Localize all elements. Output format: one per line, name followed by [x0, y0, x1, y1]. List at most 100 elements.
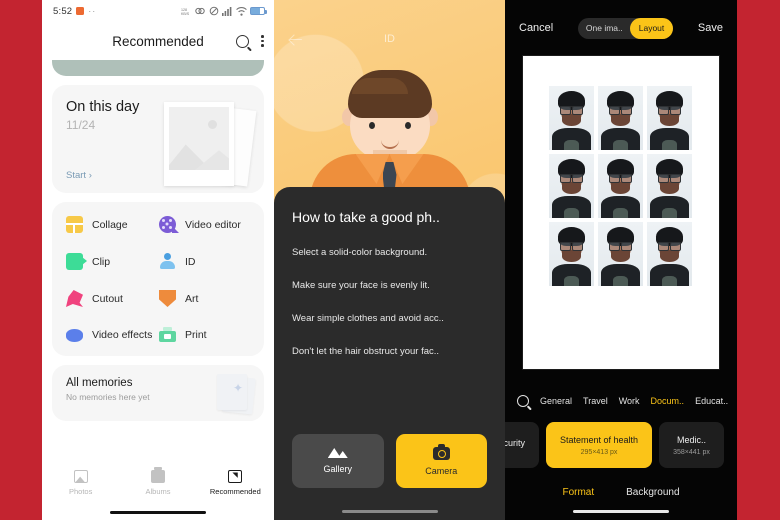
category-filter-row: General Travel Work Docum.. Educat..: [505, 388, 737, 414]
editor-top-bar: Cancel One ima.. Layout Save: [505, 0, 737, 56]
id-photo-cell[interactable]: [549, 154, 594, 218]
category-travel[interactable]: Travel: [583, 396, 608, 406]
avatar-eye-right: [404, 122, 411, 129]
category-documents[interactable]: Docum..: [651, 396, 685, 406]
gallery-button-label: Gallery: [323, 464, 352, 474]
app-bar-actions: [236, 34, 264, 48]
id-photo-cell[interactable]: [647, 222, 692, 286]
tab-background[interactable]: Background: [626, 487, 679, 498]
preset-name: ...ecurity: [505, 438, 526, 448]
video-effects-icon: [66, 329, 83, 342]
editor-tab-bar: Format Background: [505, 487, 737, 498]
sun-dot-icon: [208, 120, 217, 129]
tab-format[interactable]: Format: [562, 487, 594, 498]
id-photo-cell[interactable]: [549, 222, 594, 286]
document-preset-row: ...ecurity Statement of health 295×413 p…: [505, 420, 737, 470]
save-button[interactable]: Save: [698, 22, 723, 34]
wifi-icon: [235, 6, 247, 16]
polaroid-stack: [161, 99, 257, 191]
home-indicator: [573, 509, 669, 513]
tool-label: Video effects: [92, 328, 153, 341]
id-photo-cell[interactable]: [549, 86, 594, 150]
tip-item: Don't let the hair obstruct your fac..: [292, 346, 440, 357]
kebab-menu-icon[interactable]: [261, 35, 264, 47]
photos-icon: [73, 470, 88, 483]
video-editor-icon: [159, 216, 176, 233]
collage-icon: [66, 216, 83, 233]
mute-icon: [209, 6, 218, 16]
camera-button[interactable]: Camera: [395, 434, 487, 488]
tools-card: Collage Video editor Clip ID Cutout Art …: [52, 202, 264, 356]
tool-cutout[interactable]: Cutout: [66, 290, 159, 307]
avatar-eye-left: [368, 122, 375, 129]
mode-option-layout[interactable]: Layout: [629, 17, 674, 39]
gallery-button[interactable]: Gallery: [292, 434, 384, 488]
id-photo-cell[interactable]: [598, 154, 643, 218]
art-icon: [159, 290, 176, 307]
status-bar-left: 5:52 ··: [53, 6, 96, 17]
category-general[interactable]: General: [540, 396, 572, 406]
tool-collage[interactable]: Collage: [66, 216, 159, 233]
app-bar: Recommended: [42, 22, 274, 60]
avatar-hair: [347, 70, 432, 118]
clip-icon: [66, 253, 87, 270]
status-bar: 5:52 ·· 128 KB/S: [42, 0, 274, 22]
gallery-icon: [328, 448, 348, 458]
tool-print[interactable]: Print: [159, 327, 252, 342]
partial-card-above[interactable]: [52, 60, 264, 76]
document-preset-statement-of-health[interactable]: Statement of health 295×413 px: [546, 422, 653, 468]
tool-clip[interactable]: Clip: [66, 253, 159, 270]
tool-label: Print: [185, 328, 207, 341]
print-sheet-preview[interactable]: [523, 56, 719, 369]
tool-video-editor[interactable]: Video editor: [159, 216, 252, 233]
category-work[interactable]: Work: [619, 396, 640, 406]
sidebar-item-albums[interactable]: Albums: [119, 467, 196, 496]
panel2-top-bar: ID: [274, 28, 505, 50]
cancel-button[interactable]: Cancel: [519, 22, 553, 34]
tool-label: Collage: [92, 218, 128, 231]
svg-text:KB/S: KB/S: [181, 12, 190, 16]
id-photo-cell[interactable]: [647, 86, 692, 150]
id-photo-cell[interactable]: [647, 154, 692, 218]
camera-button-label: Camera: [425, 465, 458, 476]
alarm-square-icon: [76, 7, 85, 15]
preset-size: 358×441 px: [673, 448, 710, 456]
category-education[interactable]: Educat..: [695, 396, 728, 406]
all-memories-card[interactable]: All memories No memories here yet ✦: [52, 365, 264, 421]
on-this-day-start-link[interactable]: Start ›: [66, 170, 92, 181]
sparkle-icon: ✦: [232, 381, 243, 395]
placeholder-image: [169, 107, 229, 170]
recommended-icon: [228, 470, 243, 483]
mode-segmented-control[interactable]: One ima.. Layout: [577, 17, 674, 39]
camera-icon: [432, 443, 450, 460]
tool-id[interactable]: ID: [159, 253, 252, 270]
sidebar-item-recommended[interactable]: Recommended: [197, 470, 274, 496]
recommended-scroll-area[interactable]: On this day 11/24 Start › Collage Video …: [42, 60, 274, 421]
battery-icon: [250, 7, 267, 15]
tool-label: Art: [185, 292, 199, 305]
id-photo-cell[interactable]: [598, 222, 643, 286]
gallery-app-panel: 5:52 ·· 128 KB/S Recommended On this day…: [42, 0, 274, 520]
search-icon[interactable]: [517, 395, 529, 407]
nav-label: Albums: [145, 487, 171, 496]
tip-item: Wear simple clothes and avoid acc..: [292, 313, 444, 324]
tool-label: Clip: [92, 255, 111, 268]
home-indicator: [110, 510, 206, 514]
tool-video-effects[interactable]: Video effects: [66, 327, 159, 342]
screenshot-stage: 5:52 ·· 128 KB/S Recommended On this day…: [0, 0, 780, 520]
document-preset-social-security[interactable]: ...ecurity: [505, 422, 540, 468]
document-preset-medical[interactable]: Medic.. 358×441 px: [659, 422, 724, 468]
tips-bottom-sheet: How to take a good ph.. Select a solid-c…: [274, 187, 505, 520]
id-photo-cell[interactable]: [598, 86, 643, 150]
nav-label: Recommended: [209, 487, 261, 496]
preset-size: 295×413 px: [580, 448, 618, 456]
mode-option-one-image[interactable]: One ima..: [586, 23, 630, 33]
sidebar-item-photos[interactable]: Photos: [42, 470, 119, 496]
preset-name: Statement of health: [560, 434, 639, 445]
tool-art[interactable]: Art: [159, 290, 252, 307]
on-this-day-card[interactable]: On this day 11/24 Start ›: [52, 85, 264, 193]
search-icon[interactable]: [236, 34, 250, 48]
print-icon: [159, 327, 176, 342]
photo-grid: [549, 86, 692, 286]
status-bar-right: 128 KB/S: [181, 6, 267, 16]
